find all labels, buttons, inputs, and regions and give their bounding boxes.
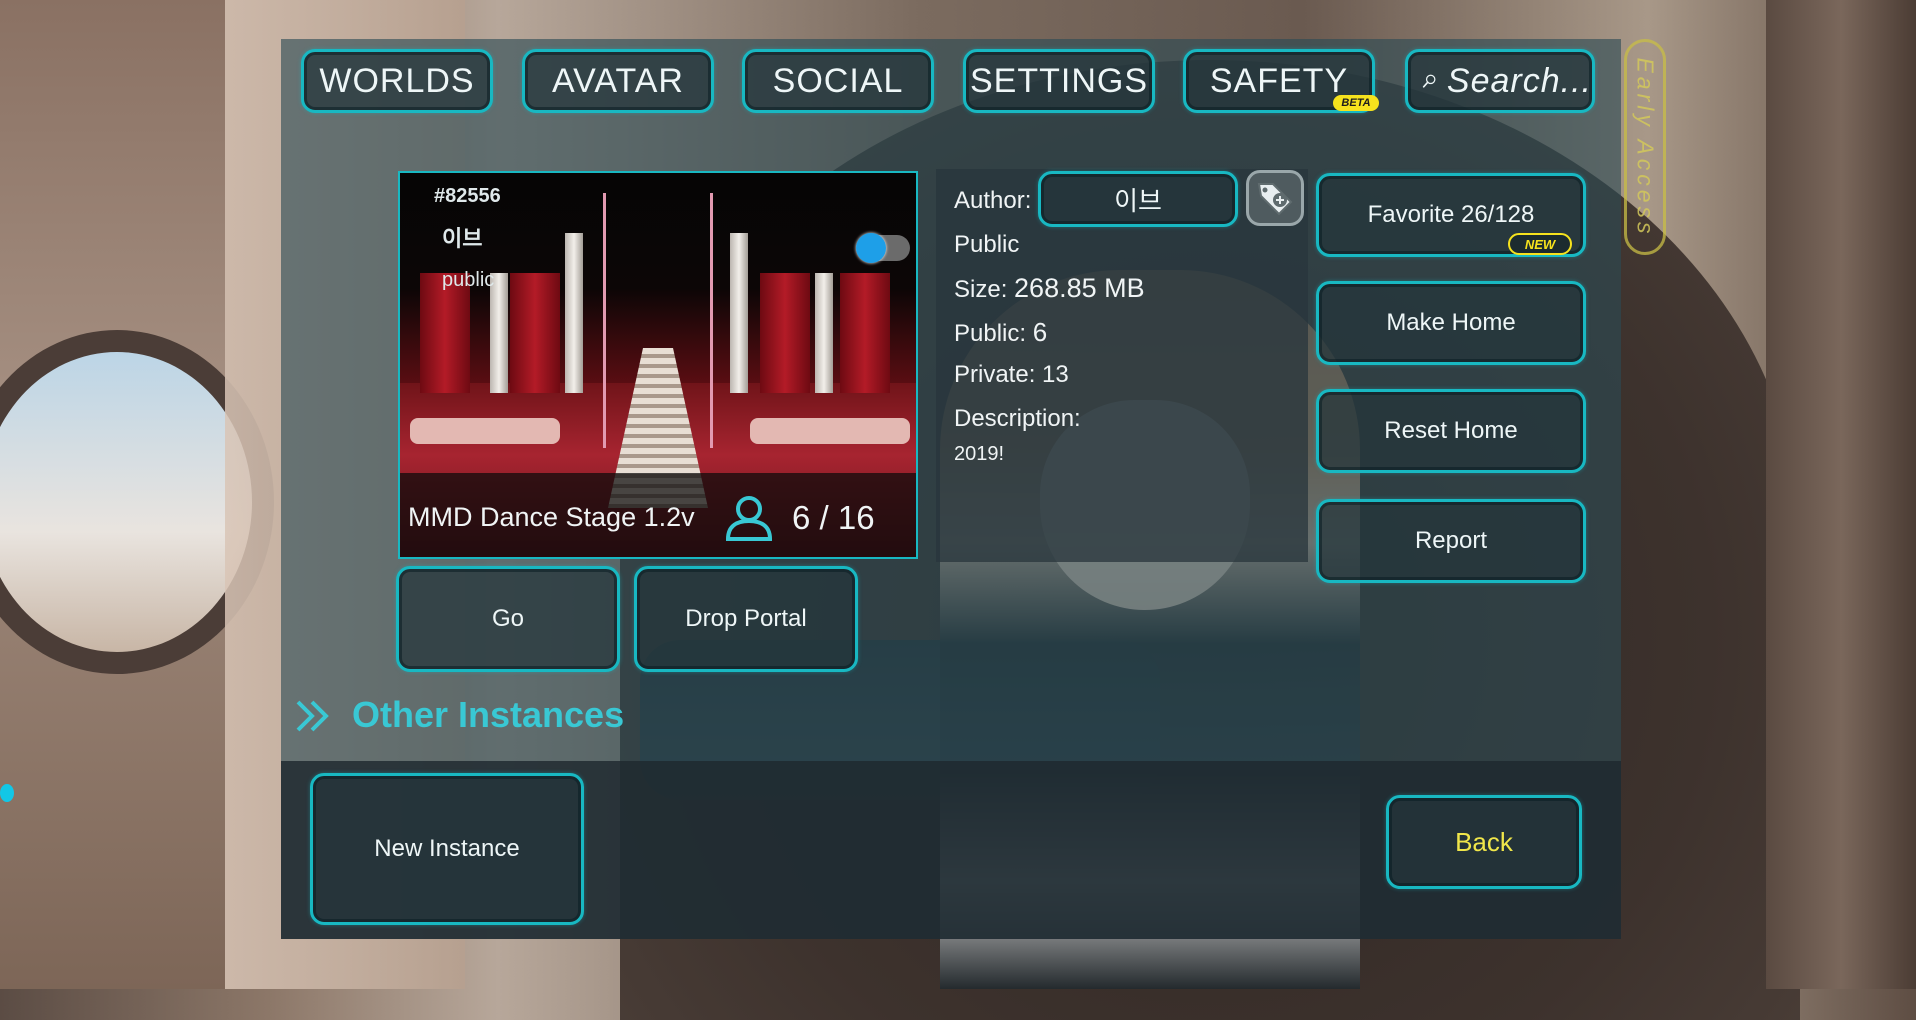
tab-avatar[interactable]: AVATAR — [522, 49, 714, 113]
early-access-tag: Early Access — [1624, 39, 1666, 255]
light-pole — [603, 193, 606, 448]
thumbnail-access: public — [442, 269, 495, 291]
author-button[interactable]: 이브 — [1038, 171, 1238, 227]
column — [815, 273, 833, 393]
reset-home-button[interactable]: Reset Home — [1316, 389, 1586, 473]
go-button[interactable]: Go — [396, 566, 620, 672]
size-value: 268.85 MB — [1014, 273, 1145, 303]
curtain — [840, 273, 890, 393]
drop-portal-button[interactable]: Drop Portal — [634, 566, 858, 672]
private-row: Private: 13 — [954, 361, 1069, 389]
size-label: Size: — [954, 276, 1008, 303]
edge-light — [0, 784, 14, 802]
tag-plus-icon — [1257, 183, 1293, 216]
thumbnail-toggle[interactable] — [856, 233, 910, 263]
public-label: Public: — [954, 320, 1027, 347]
new-instance-button[interactable]: New Instance — [310, 773, 584, 925]
world-id: #82556 — [434, 185, 501, 207]
beta-badge: BETA — [1333, 95, 1379, 111]
private-label: Private: — [954, 361, 1036, 388]
world-thumbnail[interactable]: #82556 이브 public MMD Dance Stage 1.2v 6 … — [398, 171, 918, 559]
search-icon — [1422, 74, 1436, 88]
seating — [410, 418, 560, 444]
search-label: Search... — [1446, 61, 1592, 100]
column — [730, 233, 748, 393]
world-info-panel: Author: Public Size: 268.85 MB Public: 6… — [936, 169, 1308, 562]
public-row: Public: 6 — [954, 317, 1047, 348]
back-button[interactable]: Back — [1386, 795, 1582, 889]
other-instances-title: Other Instances — [352, 694, 625, 735]
new-badge: NEW — [1508, 233, 1572, 255]
tab-settings[interactable]: SETTINGS — [963, 49, 1155, 113]
player-count: 6 / 16 — [792, 499, 875, 536]
make-home-button[interactable]: Make Home — [1316, 281, 1586, 365]
description-text: 2019! — [954, 443, 1005, 465]
world-name: MMD Dance Stage 1.2v — [408, 502, 695, 532]
search-button[interactable]: Search... — [1405, 49, 1595, 113]
seating — [750, 418, 910, 444]
double-chevron-icon — [296, 700, 329, 732]
toggle-knob — [856, 233, 886, 263]
curtain — [510, 273, 560, 393]
author-label: Author: — [954, 187, 1032, 214]
light-pole — [710, 193, 713, 448]
column — [565, 233, 583, 393]
add-tag-button[interactable] — [1246, 170, 1304, 226]
person-icon — [725, 496, 773, 541]
public-value: 6 — [1032, 317, 1048, 347]
visibility-text: Public — [954, 231, 1020, 258]
tab-worlds[interactable]: WORLDS — [301, 49, 493, 113]
right-column — [1766, 0, 1916, 989]
early-access-label: Early Access — [1632, 56, 1659, 238]
report-button[interactable]: Report — [1316, 499, 1586, 583]
size-row: Size: 268.85 MB — [954, 273, 1145, 304]
description-label: Description: — [954, 405, 1081, 432]
curtain — [760, 273, 810, 393]
private-value: 13 — [1042, 361, 1069, 388]
tab-social[interactable]: SOCIAL — [742, 49, 934, 113]
thumbnail-author: 이브 — [442, 227, 483, 252]
